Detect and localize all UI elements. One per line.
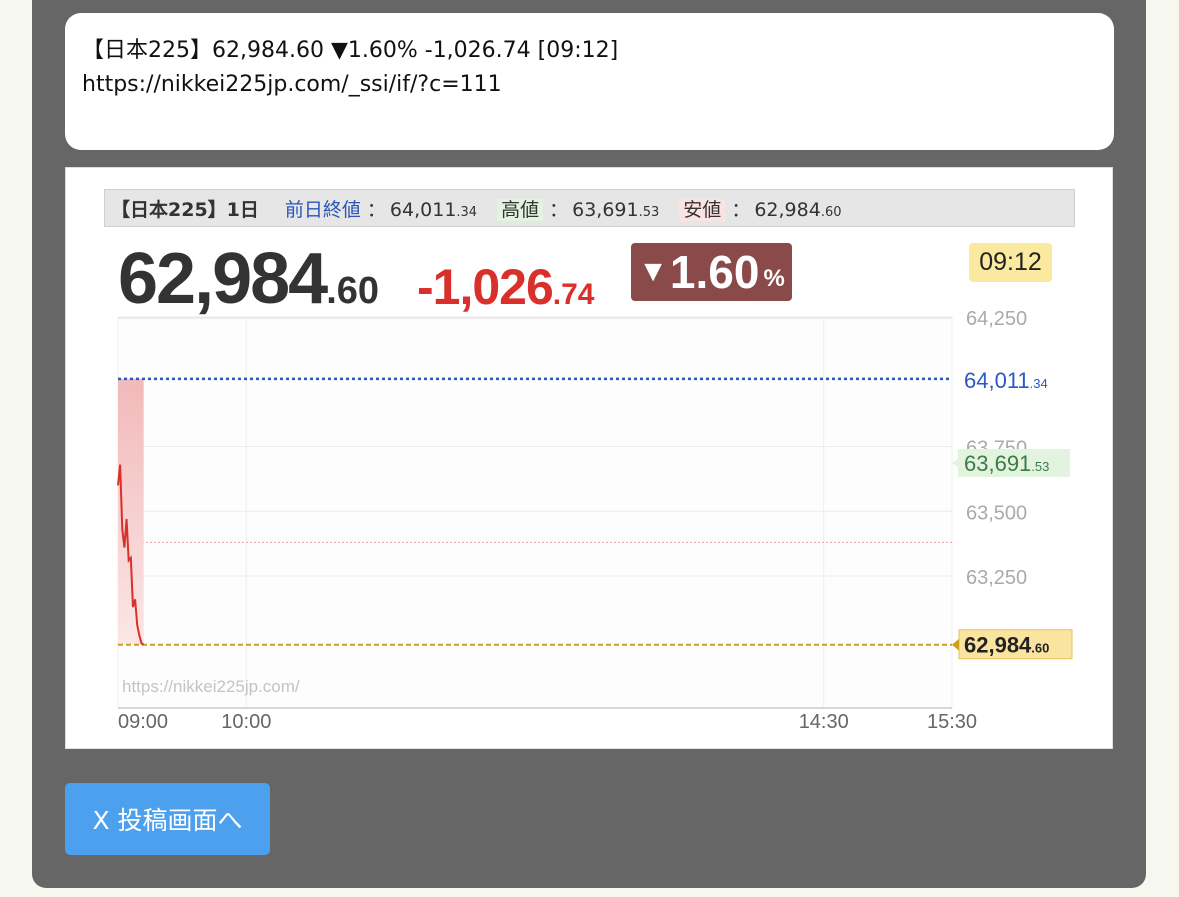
y-tick-label: 64,250 [966,308,1027,330]
post-text-line1: 【日本225】62,984.60 ▼1.60% -1,026.74 [09:12… [82,38,619,63]
prev-close-axis-label: 64,011.34 [964,368,1048,393]
watermark: https://nikkei225jp.com/ [122,677,300,696]
prev-close-label: 前日終値 [284,198,361,221]
x-tick-label: 09:00 [118,711,168,733]
time-badge: 09:12 [969,243,1052,282]
x-tick-label: 14:30 [799,711,849,733]
low-value: 62,984 [754,198,821,221]
nikkei-chart-card: 64,250 63,750 63,500 63,250 09:00 10:00 14:30 1… [65,167,1113,749]
prev-close-value: 64,011 [389,198,457,221]
price-change: -1,026.74 [417,259,595,315]
y-tick-label: 63,250 [966,567,1027,589]
high-marker-arrow-icon [952,458,959,468]
x-tick-label: 10:00 [221,711,271,733]
low-label: 安値 [679,198,726,221]
x-post-button[interactable]: X 投稿画面へ [65,783,270,855]
index-tag: 【日本225】1日 [111,198,259,221]
post-text-url: https://nikkei225jp.com/_ssi/if/?c=111 [82,72,502,97]
high-label: 高値 [497,198,544,221]
prev-close-group: 前日終値： 64,011.34 [284,198,478,221]
post-text-box[interactable]: 【日本225】62,984.60 ▼1.60% -1,026.74 [09:12… [65,13,1114,150]
price-info-bar: 【日本225】1日 前日終値： 64,011.34 高値： 63,691.53 安値… [104,189,1075,227]
x-tick-label: 15:30 [927,711,977,733]
y-tick-label: 63,500 [966,502,1027,524]
percent-change-badge: ▼ 1.60% [631,243,792,301]
current-price: 62,984.60 [118,239,380,319]
plot-area [117,317,953,709]
down-arrow-icon: ▼ [638,255,668,288]
high-group: 高値： 63,691.53 [497,195,659,222]
high-value: 63,691 [572,198,639,221]
low-group: 安値： 62,984.60 [679,195,842,222]
current-marker-arrow-icon [952,638,959,651]
